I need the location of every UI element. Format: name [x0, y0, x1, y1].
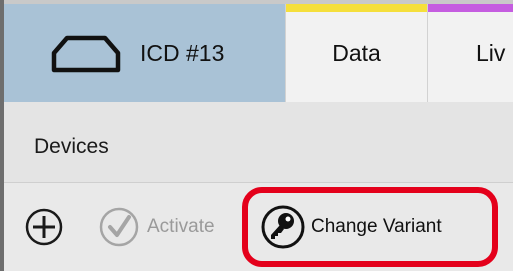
key-icon: [261, 205, 305, 249]
check-circle-icon: [99, 207, 139, 247]
section-title: Devices: [34, 135, 109, 158]
tab-data-accent: [286, 4, 427, 12]
devices-panel: Devices Activate Change Variant: [4, 102, 513, 271]
tab-live[interactable]: Liv: [428, 4, 513, 102]
add-button[interactable]: [24, 183, 64, 271]
device-shape-icon: [51, 35, 121, 73]
change-variant-label: Change Variant: [311, 216, 442, 237]
app-window: ICD #13 Data Liv Devices Activate Change…: [0, 0, 513, 271]
circle-plus-icon: [25, 208, 63, 246]
section-header: Devices: [4, 102, 513, 182]
tab-live-label: Liv: [476, 39, 506, 66]
change-variant-button[interactable]: Change Variant: [260, 183, 442, 271]
tab-device-label: ICD #13: [140, 39, 225, 66]
tab-live-accent: [428, 4, 513, 12]
tab-data[interactable]: Data: [285, 4, 428, 102]
activate-button[interactable]: Activate: [97, 183, 215, 271]
devices-toolbar: Activate Change Variant: [4, 183, 513, 271]
tab-strip: ICD #13 Data Liv: [4, 4, 513, 102]
tab-device[interactable]: ICD #13: [4, 4, 285, 102]
tab-data-label: Data: [332, 39, 381, 66]
activate-label: Activate: [147, 216, 215, 237]
